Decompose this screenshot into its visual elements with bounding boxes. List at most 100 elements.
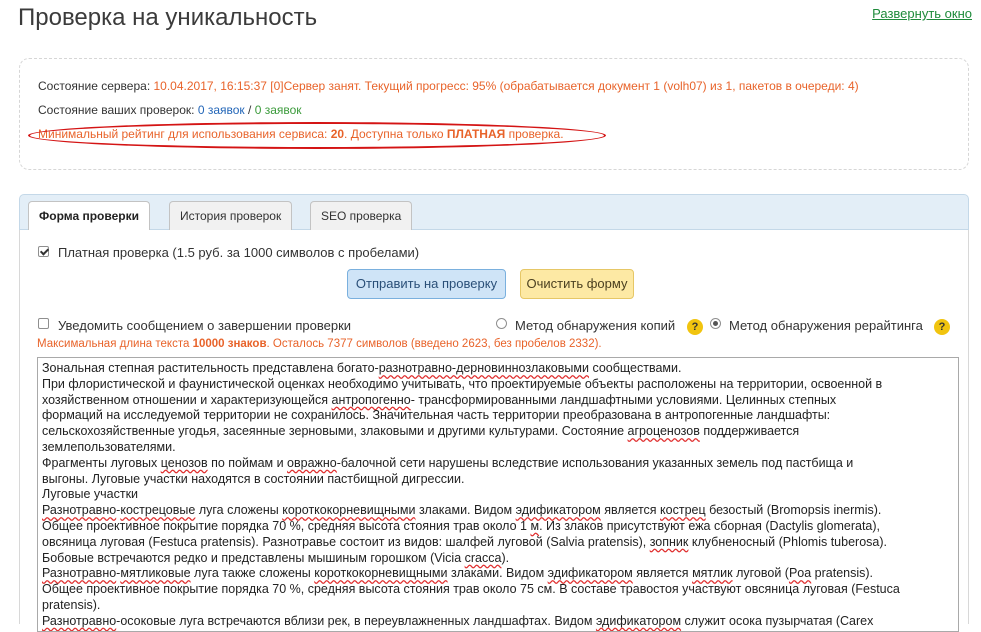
misspelled-word: агроценозов [627,424,700,439]
text-line: Бобовые встречаются редко и представлены… [42,551,954,567]
misspelled-word: ценозов [160,455,208,470]
max-length-info: Максимальная длина текста 10000 знаков. … [37,338,602,350]
misspelled-word: Разнотравно [42,503,117,518]
text-segment: - трансформированными ландшафтными услов… [410,392,837,407]
expand-window-link[interactable]: Развернуть окно [872,6,972,21]
checks-done-link[interactable]: 0 заявок [255,103,302,117]
method-copies-help-icon[interactable]: ? [687,319,703,335]
tab-seo[interactable]: SEO проверка [310,201,413,231]
misspelled-word: антропогенно [331,392,411,407]
misspelled-word: мятликовые [120,566,191,581]
tab-history[interactable]: История проверок [169,201,293,231]
server-status-panel: Состояние сервера: 10.04.2017, 16:15:37 … [19,58,969,170]
text-segment: является [600,503,661,518]
text-line: хозяйственном отношении и характеризующе… [42,393,954,409]
text-segment: выгоны. Луговые участки находятся в сост… [42,471,465,486]
notify-checkbox[interactable] [38,318,49,329]
misspelled-word: короткокорневищными [314,566,448,581]
text-line: Общее проективное покрытие порядка 70 %,… [42,519,954,535]
text-segment: луговой ( [732,566,789,581]
text-segment: Общее проективное покрытие порядка 70 %,… [42,582,900,597]
max-length-text-1: Максимальная длина текста [37,338,190,350]
misspelled-word: эдификатором [595,613,682,628]
misspelled-word: м [530,518,540,533]
text-segment: является [632,566,693,581]
text-segment: pratensis). [42,597,101,612]
checks-status-label: Состояние ваших проверок: [38,103,195,117]
misspelled-word: овражно [287,455,337,470]
text-segment: хозяйственном отношении и характеризующе… [42,392,332,407]
text-line: Общее проективное покрытие порядка 70 %,… [42,582,954,598]
text-segment: злаками. Видом [415,503,516,518]
text-segment: . Из злаков присутствуют ежа сборная (Da… [539,518,881,533]
method-rewrite-label: Метод обнаружения рерайтинга [729,318,923,333]
text-line: выгоны. Луговые участки находятся в сост… [42,472,954,488]
text-segment: ). [501,550,510,565]
server-status-value: 10.04.2017, 16:15:37 [0]Сервер занят. Те… [153,79,859,93]
text-segment: по поймам и [207,455,288,470]
check-form: Платная проверка (1.5 руб. за 1000 симво… [19,230,969,632]
tab-check-form[interactable]: Форма проверки [28,201,150,231]
text-segment: сельскохозяйственные угодья, засеянные з… [42,424,628,439]
checks-status-line: Состояние ваших проверок: 0 заявок / 0 з… [38,103,302,117]
misspelled-word: Poa [788,566,812,581]
text-line: Разнотравно-мятликовые луга также сложен… [42,566,954,582]
misspelled-word: зопник [649,534,689,549]
text-input-area[interactable]: Зональная степная растительность предста… [37,357,959,632]
misspelled-word: cracca [464,550,502,565]
text-segment: Бобовые встречаются редко и представлены… [42,550,465,565]
text-segment: При флористической и фаунистической оцен… [42,376,883,391]
misspelled-word: Разнотравно [42,613,117,628]
paid-check-checkbox[interactable] [38,246,49,257]
text-segment: сообществами. [588,361,682,375]
text-segment: овсяница луговая (Festuca pratensis). Ра… [42,534,650,549]
misspelled-word: Разнотравно [42,566,117,581]
misspelled-word: эдификатором [515,503,601,518]
server-status-label: Состояние сервера: [38,79,151,93]
text-segment: -осоковые луга встречаются вблизи рек, в… [116,613,596,628]
misspelled-word: кострецовые [120,503,196,518]
text-segment: безостый (Bromopsis inermis). [705,503,882,518]
text-segment: pratensis). [811,566,874,581]
checks-separator: / [244,103,255,117]
text-line: овсяница луговая (Festuca pratensis). Ра… [42,535,954,551]
misspelled-word: разнотравно-дерновиннозлаковыми [378,361,589,375]
text-line: формаций на исследуемой территории не со… [42,408,954,424]
max-length-text-2: . Осталось 7377 символов (введено 2623, … [266,338,602,350]
misspelled-word: кострец [660,503,706,518]
method-copies-radio[interactable] [496,318,507,329]
text-line: Фрагменты луговых ценозов по поймам и ов… [42,456,954,472]
server-status-line: Состояние сервера: 10.04.2017, 16:15:37 … [38,79,859,93]
text-segment: землепользователями. [42,439,176,454]
method-copies-label: Метод обнаружения копий [515,318,676,333]
text-segment: поддерживается [699,424,800,439]
text-line: Зональная степная растительность предста… [42,361,954,377]
notify-label: Уведомить сообщением о завершении провер… [58,318,352,333]
text-segment: клубненосный (Phlomis tuberosa). [688,534,887,549]
text-line: Луговые участки [42,487,954,503]
checks-pending-link[interactable]: 0 заявок [198,103,245,117]
misspelled-word: мятлик [692,566,733,581]
text-segment: злаками. Видом [447,566,548,581]
method-rewrite-help-icon[interactable]: ? [934,319,950,335]
max-length-value: 10000 знаков [192,338,267,350]
text-segment: Зональная степная растительность предста… [42,361,379,375]
submit-button[interactable]: Отправить на проверку [347,269,506,299]
text-line: землепользователями. [42,440,954,456]
paid-check-label: Платная проверка (1.5 руб. за 1000 симво… [58,245,420,260]
text-segment: луга также сложены [190,566,315,581]
text-segment: Фрагменты луговых [42,455,161,470]
text-line: Разнотравно-осоковые луга встречаются вб… [42,614,954,630]
tabs-bar: Форма проверки История проверок SEO пров… [19,194,969,231]
text-segment: луга сложены [195,503,283,518]
page-title: Проверка на уникальность [18,4,318,31]
text-line: Разнотравно-кострецовые луга сложены кор… [42,503,954,519]
text-line: При флористической и фаунистической оцен… [42,377,954,393]
clear-form-button[interactable]: Очистить форму [520,269,634,299]
text-line: сельскохозяйственные угодья, засеянные з… [42,424,954,440]
method-rewrite-radio[interactable] [710,318,721,329]
text-segment: Общее проективное покрытие порядка 70 %,… [42,518,531,533]
text-segment: Луговые участки [42,487,139,502]
misspelled-word: короткокорневищными [282,503,416,518]
text-segment: формаций на исследуемой территории не со… [42,408,831,423]
